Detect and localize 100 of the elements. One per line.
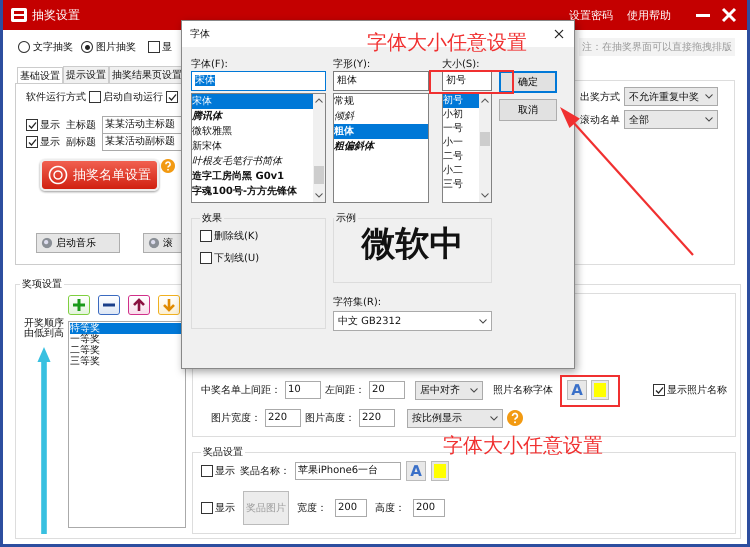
down-arrow-icon <box>162 298 176 312</box>
dropdown[interactable]: 按比例显示 <box>407 408 503 428</box>
list-item[interactable]: 腾讯体 <box>192 109 313 124</box>
list-item[interactable]: 三等奖 <box>70 356 184 367</box>
field-label: 左间距： <box>325 384 365 398</box>
number-field[interactable]: 20 <box>369 381 405 400</box>
number-field[interactable]: 220 <box>359 409 395 428</box>
dropdown[interactable]: 中文 GB2312 <box>333 311 492 331</box>
list-item[interactable]: 小一 <box>443 136 479 150</box>
font-button[interactable]: A <box>406 461 426 482</box>
list-item[interactable]: 粗偏斜体 <box>334 139 428 154</box>
list-item[interactable]: 微软雅黑 <box>192 124 313 139</box>
dialog-title: 字体 <box>190 28 210 41</box>
app-logo-icon <box>11 8 27 22</box>
move-up-button[interactable] <box>128 295 150 315</box>
field-label: 图片宽度： <box>211 412 261 426</box>
text-field[interactable]: 某某活动副标题 <box>102 133 182 151</box>
caret-icon <box>479 318 487 324</box>
scroll-up-icon <box>481 98 489 103</box>
show-checkbox[interactable]: 显示 <box>201 464 235 478</box>
dialog-button[interactable]: 取消 <box>499 99 557 121</box>
title-link[interactable]: 设置密码 <box>569 8 613 22</box>
caret-icon <box>705 117 713 122</box>
list-item[interactable]: 字魂100号-方方先锋体 <box>192 184 313 199</box>
checkbox[interactable]: 下划线(U) <box>200 251 317 265</box>
list-settings-button[interactable]: 抽奖名单设置 <box>40 159 159 191</box>
hint-text: 注：在抽奖界面可以直接拖拽排版 <box>579 38 735 56</box>
list-item[interactable]: 造字工房尚黑 G0v1 <box>192 169 313 184</box>
up-arrow-icon <box>132 298 146 312</box>
list-item[interactable]: 小初 <box>443 108 479 122</box>
scroll-thumb[interactable] <box>314 166 324 184</box>
music-button[interactable]: 启动音乐 <box>36 233 120 253</box>
plus-icon <box>72 298 86 312</box>
radio-button[interactable]: 文字抽奖 <box>18 40 73 54</box>
list-item[interactable]: 三号 <box>443 178 479 192</box>
list-item[interactable]: 一号 <box>443 122 479 136</box>
color-button[interactable] <box>431 461 449 482</box>
group-title: 效果 <box>201 212 223 225</box>
number-field[interactable]: 220 <box>265 409 301 428</box>
show-checkbox[interactable]: 显示 <box>26 135 60 149</box>
field-label: 字符集(R): <box>333 296 382 309</box>
list-item[interactable]: 新宋体 <box>192 139 313 154</box>
list-item[interactable]: 常规 <box>334 94 428 109</box>
dropdown[interactable]: 全部 <box>624 110 718 129</box>
order-label: 由低到高 <box>24 329 64 339</box>
check-icon <box>168 92 176 102</box>
annotation-text: 字体大小任意设置 <box>367 31 527 53</box>
field-label: 滚动名单 <box>580 114 620 126</box>
list-item[interactable]: 特等奖 <box>70 323 184 334</box>
checkbox[interactable] <box>166 91 178 103</box>
field-label: 字体(F): <box>191 58 229 71</box>
title-link[interactable]: 使用帮助 <box>627 8 671 22</box>
window-title: 抽奖设置 <box>32 6 80 24</box>
remove-button[interactable] <box>98 295 120 315</box>
show-checkbox[interactable]: 显示 <box>26 118 60 132</box>
radio-button[interactable]: 图片抽奖 <box>81 40 136 54</box>
field-label: 中奖名单上间距： <box>201 384 281 398</box>
list-item[interactable]: 宋体 <box>192 94 313 109</box>
scrollbar[interactable] <box>479 94 491 202</box>
help-icon[interactable] <box>507 410 523 426</box>
close-icon[interactable] <box>554 29 564 39</box>
scrollbar[interactable] <box>313 94 325 202</box>
field-label: 出奖方式 <box>580 90 620 104</box>
number-field[interactable]: 10 <box>285 381 321 400</box>
font-name-field[interactable]: 宋体 <box>191 71 326 91</box>
list-item[interactable]: 二号 <box>443 150 479 164</box>
checkbox[interactable]: 启动自动运行 <box>89 90 163 104</box>
caret-icon <box>490 416 498 421</box>
font-size-field[interactable]: 初号 <box>442 71 492 91</box>
disc-icon <box>148 237 160 249</box>
checkbox[interactable]: 显 <box>148 40 172 54</box>
list-item[interactable]: 倾斜 <box>334 109 428 124</box>
number-field[interactable]: 200 <box>335 499 367 518</box>
color-button[interactable] <box>591 380 609 400</box>
tab[interactable]: 基础设置 <box>17 67 63 84</box>
list-item[interactable]: 粗体 <box>334 124 428 139</box>
checkbox[interactable]: 删除线(K) <box>200 229 317 243</box>
dialog-button[interactable]: 确定 <box>499 71 557 93</box>
list-item[interactable]: 叶根友毛笔行书简体 <box>192 154 313 169</box>
list-item[interactable]: 一等奖 <box>70 334 184 345</box>
text-field[interactable]: 苹果iPhone6一台 <box>295 462 401 480</box>
list-item[interactable]: 初号 <box>443 94 479 108</box>
list-item[interactable]: 小二 <box>443 164 479 178</box>
text-field[interactable]: 某某活动主标题 <box>102 116 182 134</box>
dropdown[interactable]: 不允许重复中奖 <box>624 87 718 106</box>
show-checkbox[interactable]: 显示 <box>201 501 235 516</box>
add-button[interactable] <box>68 295 90 315</box>
checkbox[interactable]: 显示照片名称 <box>653 383 727 398</box>
font-style-field[interactable]: 粗体 <box>333 71 429 91</box>
help-icon[interactable] <box>161 159 175 173</box>
move-down-button[interactable] <box>158 295 180 315</box>
font-button[interactable]: A <box>567 380 587 400</box>
scroll-thumb[interactable] <box>480 132 490 146</box>
scroll-up-icon <box>315 98 323 103</box>
group-title: 奖项设置 <box>21 278 63 291</box>
list-item[interactable]: 二等奖 <box>70 345 184 356</box>
dropdown[interactable]: 居中对齐 <box>415 380 483 400</box>
number-field[interactable]: 200 <box>413 499 445 518</box>
tab[interactable]: 提示设置 <box>63 66 109 83</box>
music-button[interactable]: 滚 <box>143 233 183 253</box>
